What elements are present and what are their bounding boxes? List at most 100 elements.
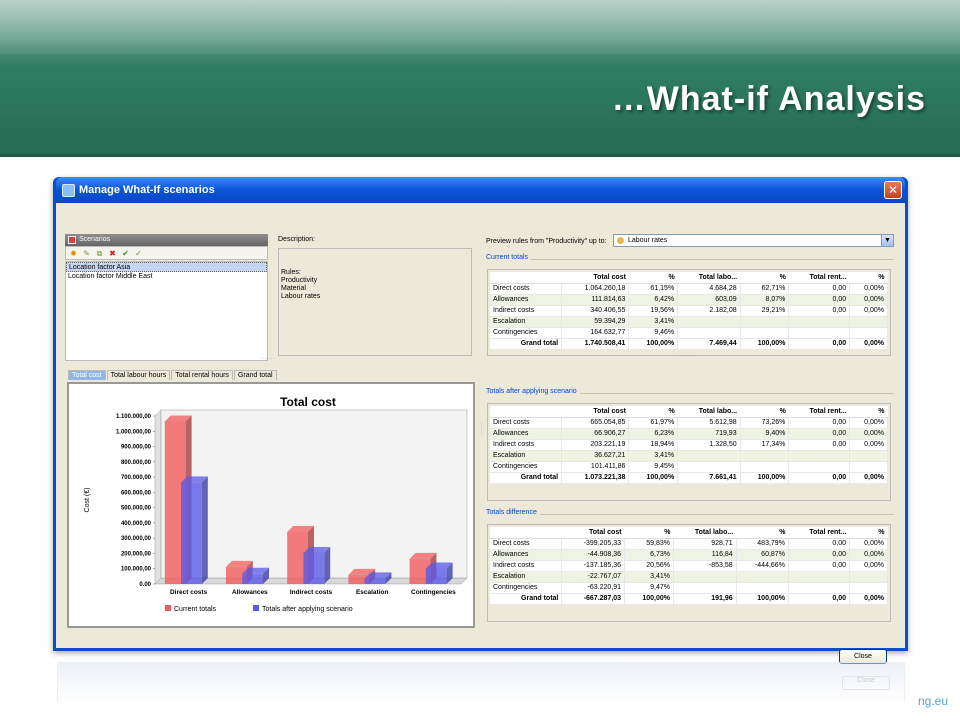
apply-check-icon[interactable]: ✔ (121, 249, 130, 258)
table-cell (849, 582, 889, 594)
y-tick-label: 600.000,00 (121, 490, 152, 496)
column-header[interactable]: Total rent... (788, 527, 850, 539)
footer-url: ng.eu (917, 694, 948, 708)
window-close-icon[interactable]: ✕ (884, 181, 902, 199)
table-row[interactable]: Indirect costs -137.185,36 20,56% -853,58 -4… (490, 560, 889, 572)
scenarios-toolbar: ✹ ✎ ⧉ ✖ ✔ ✓ (65, 246, 268, 260)
table-row[interactable]: Direct costs -399.205,33 59,83% 928,71 483,7… (490, 538, 889, 550)
table-cell: 100,00% (736, 593, 789, 605)
table-cell (788, 450, 851, 462)
rule-item: Material (281, 285, 306, 292)
table-row[interactable]: Indirect costs 340.406,55 19,56% 2.182,08 29… (490, 305, 888, 317)
chevron-down-icon[interactable]: ▼ (881, 235, 893, 246)
table-row[interactable]: Contingencies 164.632,77 9,46% (490, 327, 888, 339)
table-cell: Contingencies (490, 582, 563, 594)
table-row[interactable]: Direct costs 665.054,85 61,97% 5.612,98 73,2… (490, 417, 888, 429)
table-cell: 0,00% (849, 593, 889, 605)
window-titlebar[interactable]: Manage What-If scenarios (56, 177, 905, 203)
table-row[interactable]: Direct costs 1.064.260,18 61,15% 4.684,28 62… (490, 283, 888, 295)
column-header[interactable]: Total rent... (788, 272, 850, 284)
table-row[interactable]: Grand total 1.740.508,41 100,00% 7.469,44 10… (490, 338, 888, 350)
column-header[interactable]: Total labo... (677, 406, 741, 418)
tab-grand-total[interactable]: Grand total (233, 370, 277, 380)
table-cell: 100,00% (628, 472, 679, 484)
column-header[interactable]: % (740, 406, 789, 418)
column-header[interactable]: Total labo... (677, 272, 741, 284)
table-row[interactable]: Escalation 59.394,29 3,41% (490, 316, 888, 328)
approve-icon[interactable]: ✓ (134, 249, 143, 258)
table-row[interactable]: Grand total 1.073.221,38 100,00% 7.661,41 10… (490, 472, 888, 484)
column-header[interactable]: Total cost (561, 272, 629, 284)
table-cell (788, 582, 850, 594)
x-tick-label: Indirect costs (290, 589, 333, 596)
splitter-grip[interactable]: ∙∙∙∙∙∙ (260, 356, 276, 362)
table-row[interactable]: Grand total -667.287,03 100,00% 191,96 100,0… (490, 593, 889, 605)
table-cell: 100,00% (628, 338, 679, 350)
column-header[interactable]: % (849, 272, 888, 284)
table-cell: 36.627,21 (561, 450, 630, 462)
table-cell (673, 582, 737, 594)
tab-total-rental-hours[interactable]: Total rental hours (171, 370, 233, 380)
table-cell: 1.073.221,38 (561, 472, 630, 484)
column-header[interactable]: % (849, 406, 888, 418)
table-cell (788, 571, 850, 583)
column-header[interactable]: Total labo... (673, 527, 737, 539)
column-header[interactable]: % (628, 272, 678, 284)
table-row[interactable]: Allowances 111.814,63 6,42% 603,09 8,07% 0,00… (490, 294, 888, 306)
table-cell: 1.328,50 (677, 439, 741, 451)
splitter-grip[interactable]: ∙∙∙∙∙∙∙∙ (676, 353, 697, 359)
column-header[interactable] (490, 272, 562, 284)
table-cell: 928,71 (673, 538, 737, 550)
table-row[interactable]: Allowances -44.908,36 6,73% 116,84 60,87% 0,0… (490, 549, 889, 561)
preview-rule-select[interactable]: Labour rates ▼ (613, 234, 894, 247)
copy-icon[interactable]: ⧉ (95, 249, 104, 258)
table-cell: 0,00 (788, 294, 851, 306)
table-cell: 73,26% (740, 417, 790, 429)
table-cell: 5.612,98 (677, 417, 741, 429)
reflection-button: Close (842, 676, 890, 690)
table-cell: -667.287,03 (561, 593, 626, 605)
table-cell: 100,00% (740, 338, 790, 350)
table-row[interactable]: Contingencies 101.411,86 9,45% (490, 461, 888, 473)
table-cell: 0,00 (788, 428, 851, 440)
table-cell: 7.661,41 (677, 472, 741, 484)
edit-icon[interactable]: ✎ (82, 249, 91, 258)
table-row[interactable]: Escalation 36.627,21 3,41% (490, 450, 888, 462)
table-row[interactable]: Allowances 66.906,27 6,23% 719,93 9,40% 0,00 0… (490, 428, 888, 440)
splitter-grip-vertical[interactable]: ∙∙∙∙∙ (478, 423, 484, 436)
total-cost-chart: Total cost 0.00 100.000,00 200.000,00 300.00… (84, 395, 468, 613)
delete-icon[interactable]: ✖ (108, 249, 117, 258)
list-item[interactable]: Location factor Middle East (66, 272, 267, 282)
table-cell: 0,00% (849, 560, 889, 572)
column-header[interactable]: Total rent... (788, 406, 850, 418)
bar-side (201, 476, 208, 584)
tab-total-cost[interactable]: Total cost (68, 370, 106, 380)
y-tick-label: 900.000,00 (121, 445, 152, 451)
y-tick-label: 500.000,00 (121, 506, 152, 512)
tab-total-labour-hours[interactable]: Total labour hours (106, 370, 171, 380)
column-header[interactable]: % (624, 527, 674, 539)
table-cell: Grand total (490, 472, 563, 484)
bar-after (242, 573, 264, 584)
column-header[interactable]: % (740, 272, 789, 284)
table-cell: 9,47% (624, 582, 674, 594)
column-header[interactable]: Total cost (561, 406, 629, 418)
table-cell: 1.064.260,18 (561, 283, 630, 295)
description-box[interactable]: Rules: Productivity Material Labour rate… (278, 248, 472, 356)
table-cell: 101.411,86 (561, 461, 630, 473)
list-item[interactable]: Location factor Asia (66, 262, 267, 272)
add-icon[interactable]: ✹ (69, 249, 78, 258)
scenarios-header-label: Scenarios (79, 236, 111, 243)
column-header[interactable]: % (736, 527, 789, 539)
table-cell: 17,34% (740, 439, 790, 451)
table-cell: -137.185,36 (561, 560, 626, 572)
column-header[interactable] (490, 527, 562, 539)
column-header[interactable] (490, 406, 562, 418)
column-header[interactable]: % (628, 406, 678, 418)
table-row[interactable]: Contingencies -63.220,91 9,47% (490, 582, 889, 594)
after-scenario-table: Total cost% Total labo...% Total rent...% D… (490, 406, 888, 484)
column-header[interactable]: Total cost (561, 527, 625, 539)
column-header[interactable]: % (849, 527, 888, 539)
table-row[interactable]: Indirect costs 203.221,19 18,94% 1.328,50 17… (490, 439, 888, 451)
table-row[interactable]: Escalation -22.767,07 3,41% (490, 571, 889, 583)
